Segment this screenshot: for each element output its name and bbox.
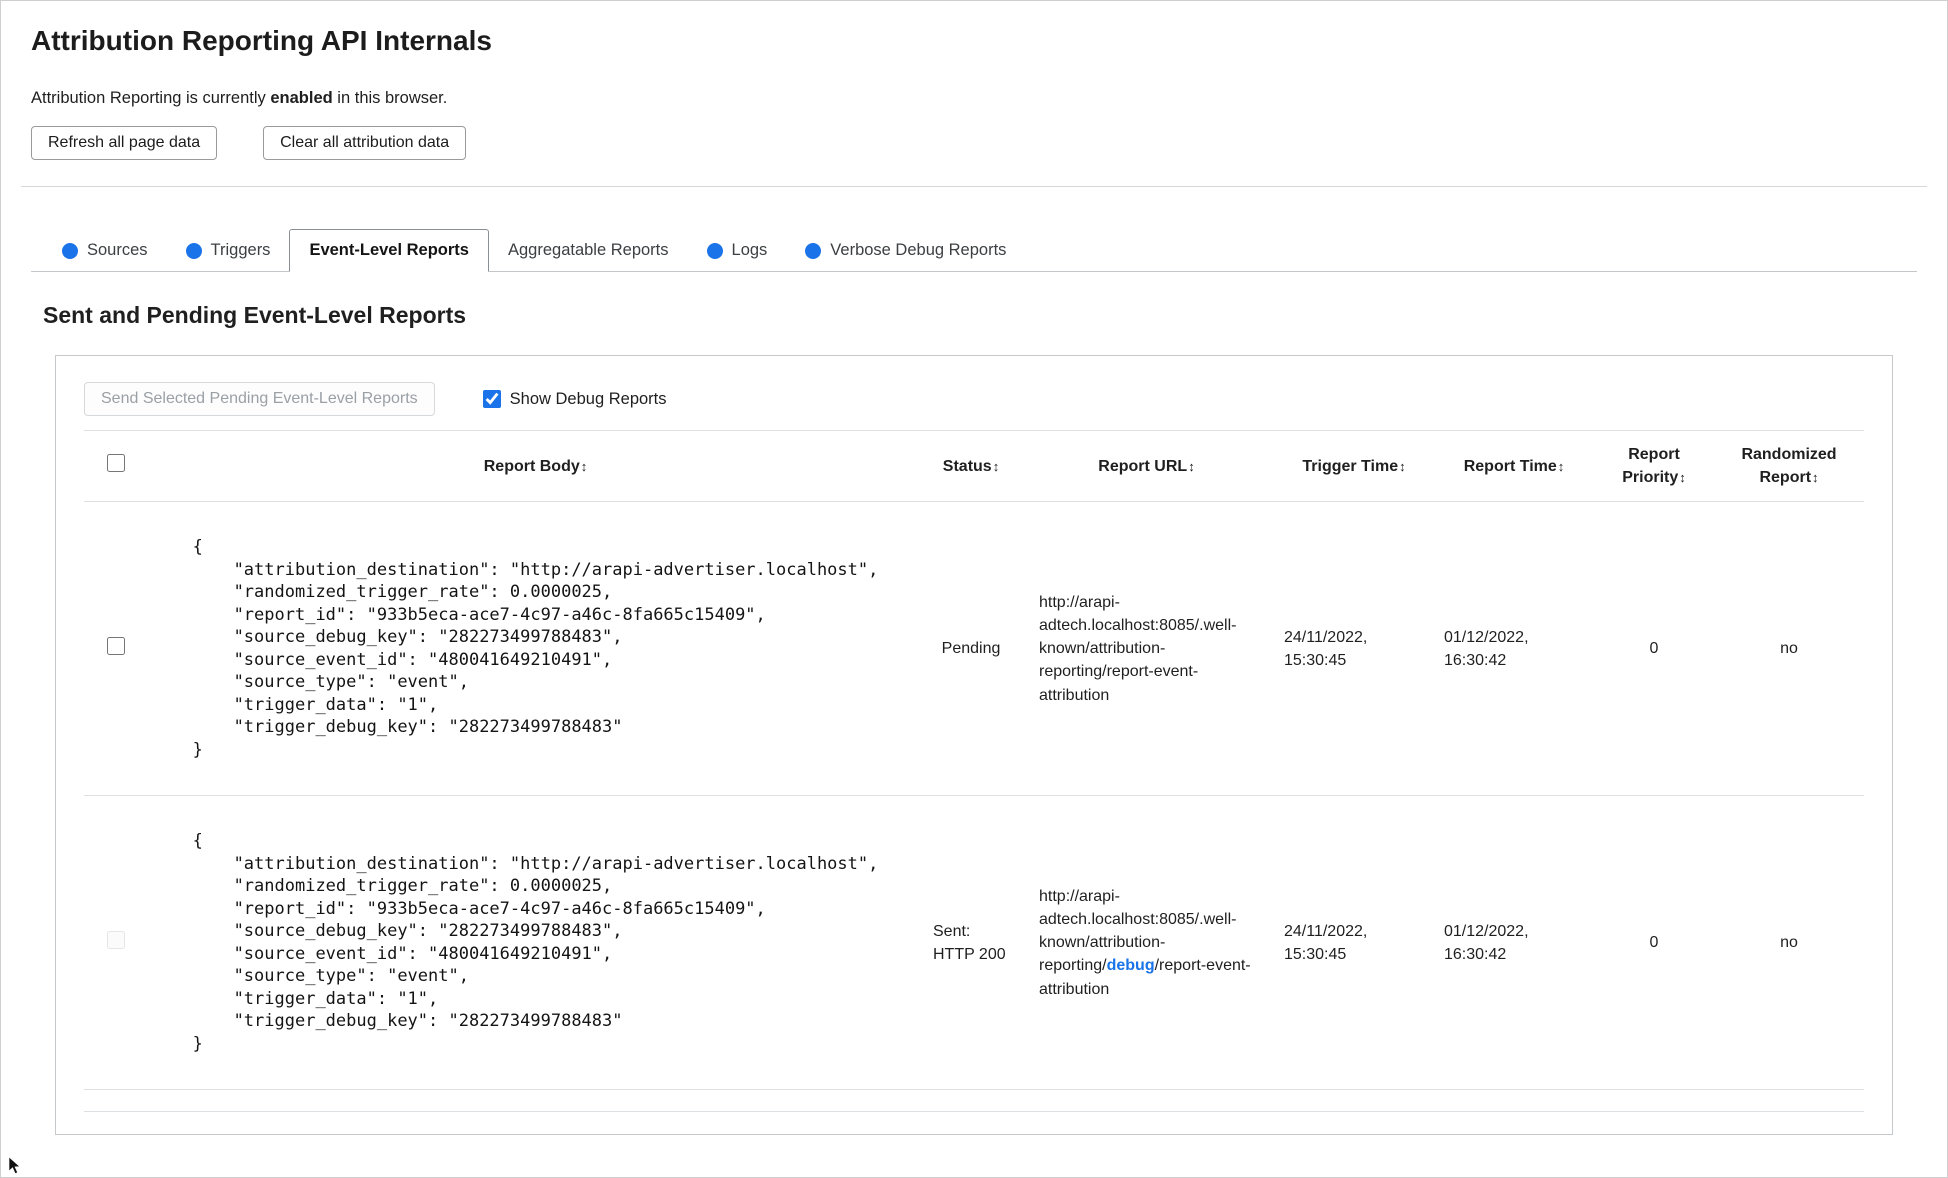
randomized-report-cell: no (1714, 795, 1864, 1090)
report-url: http://arapi-adtech.localhost:8085/.well… (1039, 591, 1254, 707)
column-label: Trigger Time (1302, 457, 1399, 475)
column-header-trigger-time[interactable]: Trigger Time↕ (1274, 429, 1434, 502)
status-cell: Pending (923, 501, 1019, 796)
section-heading: Sent and Pending Event-Level Reports (43, 302, 467, 328)
row-select-checkbox[interactable] (107, 931, 125, 950)
table-footer-cell (84, 1089, 1864, 1112)
sort-icon: ↕ (992, 458, 1000, 474)
refresh-all-button[interactable]: Refresh all page data (31, 126, 218, 160)
sort-icon: ↕ (1812, 470, 1819, 486)
sort-icon: ↕ (1557, 458, 1565, 474)
status-dot-icon (706, 242, 723, 259)
column-header-randomized-report[interactable]: Randomized Report↕ (1714, 429, 1864, 502)
tab-label: Logs (731, 241, 768, 259)
trigger-time-cell: 24/11/2022, 15:30:45 (1274, 795, 1434, 1090)
debug-path-segment: debug (1106, 957, 1155, 975)
tab-sources[interactable]: Sources (43, 230, 167, 271)
status-cell: Sent: HTTP 200 (923, 795, 1019, 1090)
report-body-json: { "attribution_destination": "http://ara… (192, 537, 879, 760)
sort-icon: ↕ (1679, 470, 1686, 486)
report-row: { "attribution_destination": "http://ara… (84, 501, 1864, 796)
select-all-header (84, 429, 148, 502)
table-header-row: Report Body↕ Status↕ Report URL↕ Trigger… (84, 429, 1864, 502)
randomized-report: no (1780, 934, 1798, 952)
tab-label: Triggers (210, 241, 271, 259)
tab-triggers[interactable]: Triggers (166, 230, 290, 271)
status-text-suffix: in this browser. (332, 89, 448, 107)
page-title: Attribution Reporting API Internals (31, 25, 492, 56)
status-text-prefix: Attribution Reporting is currently (31, 89, 271, 107)
status-text: Attribution Reporting is currently enabl… (31, 89, 1917, 108)
sort-icon: ↕ (580, 458, 588, 474)
tab-aggregatable-reports[interactable]: Aggregatable Reports (488, 230, 688, 271)
tab-label: Sources (87, 241, 148, 259)
show-debug-label: Show Debug Reports (509, 389, 667, 408)
column-label: Status (942, 457, 992, 475)
column-label: Report Body (483, 457, 580, 475)
report-priority-cell: 0 (1594, 795, 1714, 1090)
report-time: 01/12/2022, 16:30:42 (1444, 628, 1529, 669)
row-select-cell (84, 795, 148, 1090)
column-header-report-priority[interactable]: Report Priority↕ (1594, 429, 1714, 502)
event-level-reports-table: Report Body↕ Status↕ Report URL↕ Trigger… (84, 429, 1864, 1113)
show-debug-checkbox[interactable] (482, 390, 501, 408)
sort-icon: ↕ (1188, 458, 1195, 474)
row-select-cell (84, 501, 148, 796)
select-all-checkbox[interactable] (107, 453, 125, 472)
column-label: Randomized Report (1741, 446, 1837, 487)
tab-logs[interactable]: Logs (687, 230, 787, 271)
reports-controls: Send Selected Pending Event-Level Report… (84, 382, 1864, 416)
trigger-time: 24/11/2022, 15:30:45 (1284, 922, 1368, 963)
trigger-time: 24/11/2022, 15:30:45 (1284, 628, 1368, 669)
report-priority: 0 (1649, 640, 1659, 658)
tab-bar: Sources Triggers Event-Level Reports Agg… (31, 229, 1917, 272)
sort-icon: ↕ (1399, 458, 1406, 474)
table-footer-row (84, 1089, 1864, 1112)
status-dot-icon (185, 242, 202, 259)
show-debug-toggle[interactable]: Show Debug Reports (482, 389, 667, 409)
report-row: { "attribution_destination": "http://ara… (84, 795, 1864, 1090)
column-label: Report Time (1463, 457, 1557, 475)
reports-panel: Send Selected Pending Event-Level Report… (55, 355, 1893, 1136)
column-label: Report URL (1098, 457, 1188, 475)
mouse-cursor-icon (8, 1157, 21, 1174)
tab-label: Event-Level Reports (309, 241, 469, 259)
report-priority-cell: 0 (1594, 501, 1714, 796)
send-selected-pending-reports-button[interactable]: Send Selected Pending Event-Level Report… (84, 382, 435, 416)
report-priority: 0 (1649, 934, 1659, 952)
report-status: Sent: HTTP 200 (933, 922, 1006, 963)
column-header-status[interactable]: Status↕ (923, 429, 1019, 502)
attribution-internals-page: Attribution Reporting API Internals Attr… (0, 0, 1948, 1178)
randomized-report: no (1780, 640, 1798, 658)
top-button-row: Refresh all page data Clear all attribut… (31, 126, 1917, 160)
report-time-cell: 01/12/2022, 16:30:42 (1434, 501, 1594, 796)
randomized-report-cell: no (1714, 501, 1864, 796)
status-dot-icon (805, 242, 822, 259)
status-enabled-text: enabled (270, 89, 333, 107)
report-url-cell: http://arapi-adtech.localhost:8085/.well… (1019, 795, 1274, 1090)
column-header-report-url[interactable]: Report URL↕ (1019, 429, 1274, 502)
column-header-report-body[interactable]: Report Body↕ (148, 429, 923, 502)
trigger-time-cell: 24/11/2022, 15:30:45 (1274, 501, 1434, 796)
top-divider (21, 186, 1927, 187)
report-body-json: { "attribution_destination": "http://ara… (192, 831, 879, 1054)
report-time-cell: 01/12/2022, 16:30:42 (1434, 795, 1594, 1090)
clear-all-button[interactable]: Clear all attribution data (263, 126, 467, 160)
column-header-report-time[interactable]: Report Time↕ (1434, 429, 1594, 502)
row-select-checkbox[interactable] (107, 637, 125, 656)
tab-event-level-reports[interactable]: Event-Level Reports (289, 229, 489, 272)
report-status: Pending (941, 640, 1001, 658)
tab-label: Verbose Debug Reports (830, 241, 1007, 259)
report-url-cell: http://arapi-adtech.localhost:8085/.well… (1019, 501, 1274, 796)
report-time: 01/12/2022, 16:30:42 (1444, 922, 1529, 963)
column-label: Report Priority (1622, 446, 1680, 487)
report-url: http://arapi-adtech.localhost:8085/.well… (1039, 885, 1254, 1001)
report-body-cell: { "attribution_destination": "http://ara… (148, 501, 923, 796)
report-body-cell: { "attribution_destination": "http://ara… (148, 795, 923, 1090)
status-dot-icon (62, 242, 78, 259)
tab-label: Aggregatable Reports (507, 241, 669, 259)
tab-verbose-debug-reports[interactable]: Verbose Debug Reports (786, 230, 1026, 271)
